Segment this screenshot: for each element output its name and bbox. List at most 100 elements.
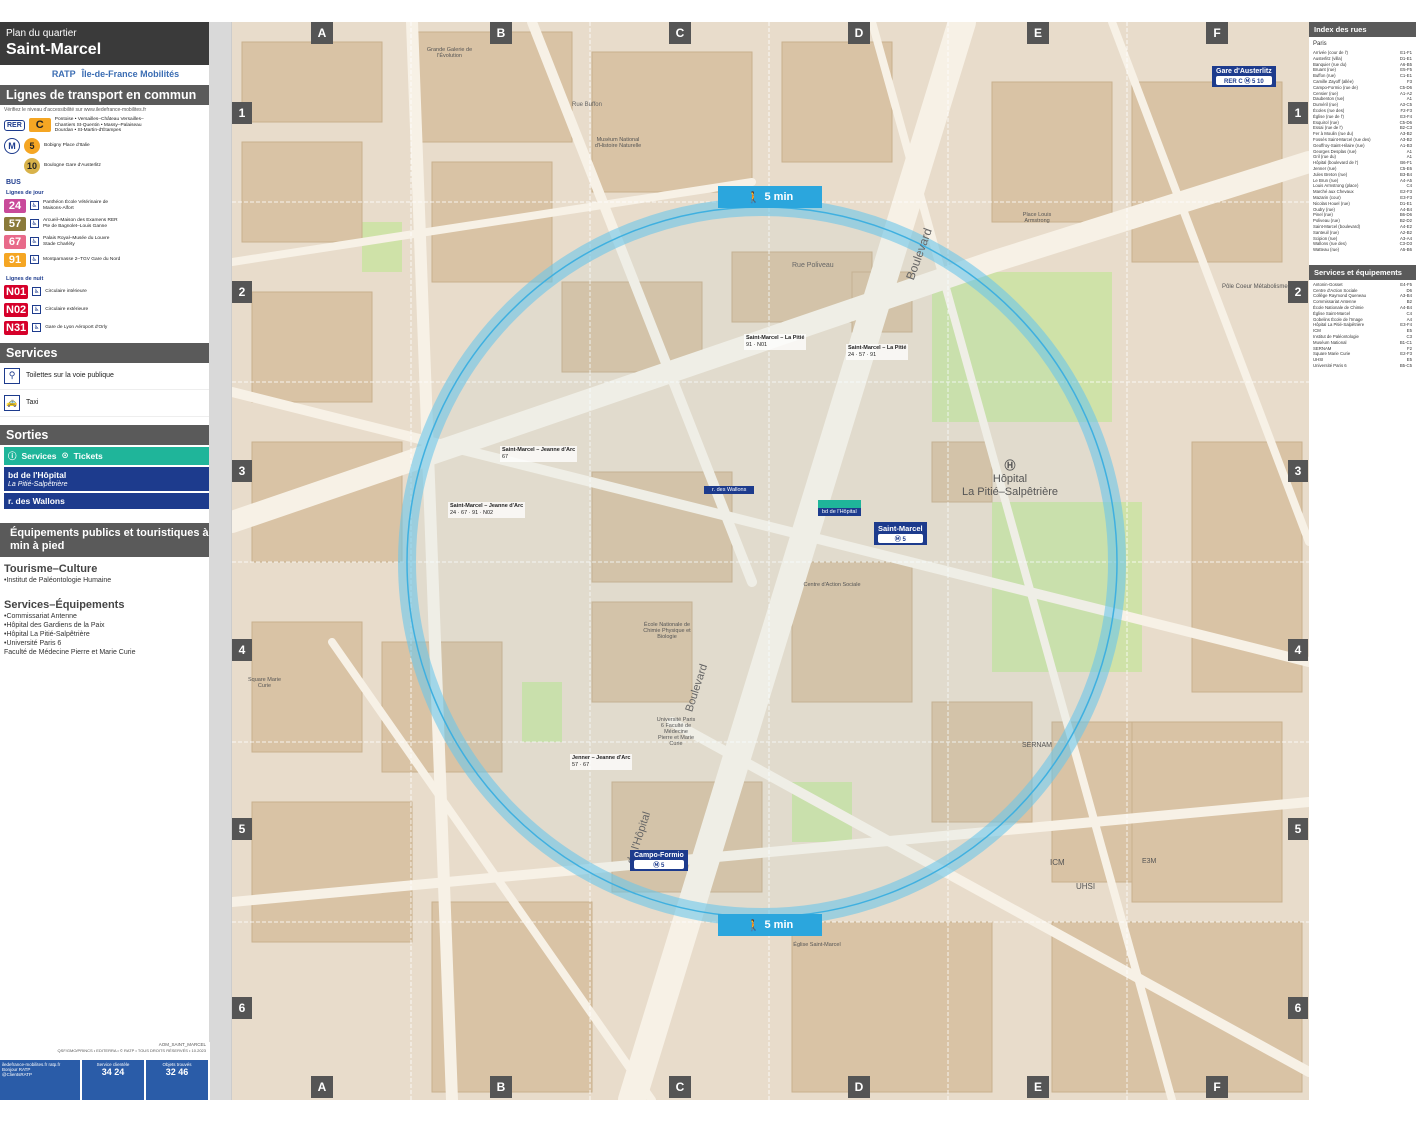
service-toilets: ⚲ Toilettes sur la voie publique [0,363,231,390]
grid-row-label: 2 [232,281,252,303]
index-entry-name: Université Paris 6 [1313,363,1347,369]
exit-1-sub: La Pitié-Salpêtrière [8,480,68,488]
footer-twitter: @ClientsRATP [2,1072,32,1077]
grid-row-label: 3 [1288,460,1308,482]
bus-stop-label[interactable]: Jenner – Jeanne d'Arc 57 · 67 [570,754,633,770]
grid-row-label: 1 [232,102,252,124]
rer-icon: RER [4,119,25,131]
equip-cat-services: Services–Équipements [4,598,125,611]
equip-title: Équipements publics et touristiques à 5 … [0,522,231,557]
exit-2[interactable]: r. des Wallons [4,492,227,509]
station-campo-formio[interactable]: Campo-Formio Ⓜ 5 [630,850,688,871]
park [362,222,402,272]
index-panel: Index des rues Paris Arrivée (cour de l'… [1309,22,1416,1100]
station-name: Gare d'Austerlitz [1216,68,1272,75]
building-label: Pôle Coeur Métabolisme [1222,284,1288,290]
night-title: Lignes de nuit [6,275,44,282]
header-subtitle: Plan du quartier [6,28,77,39]
bus-stop-label[interactable]: Saint-Marcel – La Pitié 91 · N01 [744,334,807,350]
building-label: E3M [1142,858,1157,865]
exit-1[interactable]: bd de l'Hôpital La Pitié-Salpêtrière [4,466,227,491]
services-index: Antonin-Gosset E4-F5 Centre d'Action Socia… [1309,280,1416,371]
exit-marker-2[interactable]: r. des Wallons [704,486,755,494]
night-lines: N01 ♿ Circulaire intérieure N02 ♿ Circulaire … [0,283,231,337]
place-label: Muséum National d'Histoire Naturelle [594,137,642,149]
building-label: UHSI [1076,882,1096,891]
accessibility-icon: ♿ [32,305,42,314]
exit-label: r. des Wallons [712,487,747,493]
grid-col-label: F [1206,1076,1228,1098]
bus-line-row: N31 ♿ Gare de Lyon Aéroport d'Orly [0,319,231,337]
place-label: Université Paris 6 Faculté de Médecine P… [656,717,696,747]
bus-stop-label[interactable]: Saint-Marcel – Jeanne d'Arc 67 [500,446,578,462]
bus-line-row: N01 ♿ Circulaire intérieure [0,283,231,301]
accessibility-icon: ♿ [30,237,39,246]
day-lines: 24 ♿ Panthéon École Vétérinaire de Maisons… [0,197,231,269]
accessibility-icon: ♿ [30,255,39,264]
grid-col-label: F [1206,22,1228,44]
transport-note: Vérifiez le niveau d'accessibilité sur w… [4,107,147,113]
grid-row-label: 4 [1288,639,1308,661]
services-title: Services [0,342,231,363]
station-saint-marcel[interactable]: Saint-Marcel Ⓜ 5 [874,522,927,545]
bus-line-badge: N01 [4,284,29,299]
grid-col-label: C [669,22,691,44]
bus-stop-label[interactable]: Saint-Marcel – La Pitié 24 · 57 · 91 [846,344,909,360]
day-title: Lignes de jour [6,189,44,196]
metro-icon: M [4,137,20,154]
service-label: Taxi [26,399,39,406]
bus-line-desc: Circulaire extérieure [45,306,89,312]
exit-marker-1[interactable]: bd de l'Hôpital [818,500,861,516]
grid-col-label: A [311,22,333,44]
place-label: Place Louis Armstrong [1022,212,1052,224]
place-label: École Nationale de Chimie Physique et Bi… [643,622,691,640]
footer-copyright: QSF/GMO/PRINCS • EDITERRA • © RATP • TOU… [57,1048,206,1053]
index-entry-ref: A5-B6 [1400,247,1412,253]
bus-line-badge: 24 [4,198,26,213]
grid-row-label: 5 [232,818,252,840]
index-entry-name: Watteau (rue) [1313,247,1340,253]
exits-title: Sorties [0,424,231,445]
walk-time-label: 5 min [764,919,794,931]
station-austerlitz[interactable]: Gare d'Austerlitz RER C Ⓜ 5 10 [1212,66,1276,87]
grid-row-label: 5 [1288,818,1308,840]
building-label: SERNAM [1022,742,1052,749]
bus-stop-name: Saint-Marcel – Jeanne d'Arc [502,447,576,453]
equip-item: Faculté de Médecine Pierre et Marie Curi… [4,648,136,656]
street-index: Arrivée (cour de l') E1-F1 Austerlitz (vil… [1309,48,1416,255]
hospital-name-2: La Pitié–Salpêtrière [962,486,1059,498]
metro-line-badge: 10 [24,157,40,174]
grid-col-label: A [311,1076,333,1098]
services-label: Services [21,450,57,461]
bus-stop-label[interactable]: Saint-Marcel – Jeanne d'Arc 24 · 67 · 91 … [448,502,526,518]
ratp-logo: RATP [51,69,76,79]
grid-col-label: C [669,1076,691,1098]
index-city: Paris [1313,41,1327,47]
rer-row: RER C Pontoise • Versailles–Château Vers… [0,115,231,136]
logos: RATP Île-de-France Mobilités [0,65,231,83]
bus-line-row: N02 ♿ Circulaire extérieure [0,301,231,319]
rer-line-badge: C [28,118,51,133]
building-label: ICM [1050,858,1065,867]
exit-label: bd de l'Hôpital [822,509,857,515]
accessibility-icon: ♿ [30,219,39,228]
walk-icon: 🚶 [746,919,761,932]
station-lines-icon: RER C Ⓜ 5 10 [1216,76,1272,85]
index-entry-ref: B5-C5 [1399,363,1412,369]
bus-line-row: 67 ♿ Palais Royal–Musée du Louvre Stade Ch… [0,233,231,251]
bus-line-row: 24 ♿ Panthéon École Vétérinaire de Maisons… [0,197,231,215]
street-label: Rue Poliveau [792,262,834,269]
equip-item: •Hôpital La Pitié-Salpêtrière [4,630,90,638]
footer-ref: AOM_SAINT_MARCEL [158,1042,206,1047]
bus-stop-lines: 67 [502,454,509,460]
grid-col-label: E [1027,22,1049,44]
panel-margin [209,22,231,1100]
accessibility-icon: ♿ [30,201,39,210]
equip-cat-tourism: Tourisme–Culture [4,562,98,575]
bus-line-desc: Panthéon École Vétérinaire de Maisons-Al… [43,200,109,211]
bus-line-badge: 57 [4,216,26,231]
accessibility-icon: ♿ [32,287,42,296]
bus-stop-name: Saint-Marcel – La Pitié [848,345,907,351]
bus-line-desc: Circulaire intérieure [45,288,87,294]
map[interactable]: 🚶 5 min 🚶 5 min Ⓗ Hôpital La Pitié–Salpêtr… [232,22,1309,1100]
